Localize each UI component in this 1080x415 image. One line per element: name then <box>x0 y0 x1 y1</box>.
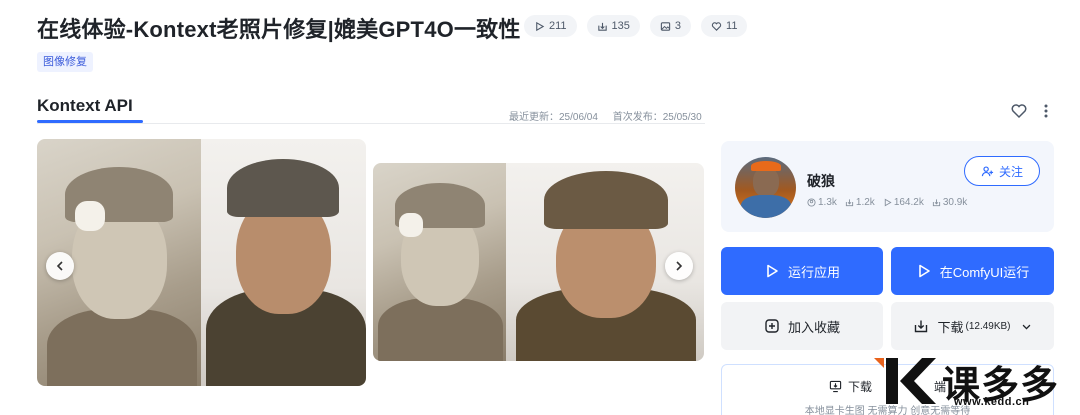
author-name[interactable]: 破狼 <box>807 171 835 191</box>
download-button[interactable]: 下载 (12.49KB) <box>891 302 1054 350</box>
restored-photo <box>201 139 366 386</box>
play-icon <box>767 264 778 278</box>
play-icon <box>884 198 892 207</box>
run-app-label: 运行应用 <box>787 264 840 280</box>
stat-likes-value: 11 <box>726 20 738 32</box>
chevron-down-icon <box>1022 324 1030 329</box>
download-client-label: 下载 <box>847 380 872 394</box>
favorite-heart-icon[interactable] <box>1010 102 1028 120</box>
watermark-logo-icon <box>874 358 936 404</box>
download-icon <box>932 199 940 207</box>
monitor-download-icon <box>829 380 842 393</box>
watermark: 课多多 www.kedd.cn <box>870 350 1075 412</box>
publish-dates: 最近更新：25/06/04 首次发布：25/05/30 <box>509 108 702 123</box>
stat-runs: 211 <box>524 15 577 37</box>
example-image-2[interactable] <box>373 163 704 361</box>
user-icon <box>807 198 816 207</box>
add-user-icon <box>981 165 994 176</box>
watermark-url: www.kedd.cn <box>954 396 1030 408</box>
download-size: (12.49KB) <box>965 320 1011 332</box>
stat-runs-value: 211 <box>549 20 567 32</box>
heart-icon <box>711 21 722 31</box>
author-stat-downloads: 30.9k <box>932 197 967 208</box>
author-stat-followers: 1.3k <box>807 197 837 208</box>
stat-downloads-value: 135 <box>611 20 630 32</box>
add-favorite-button[interactable]: 加入收藏 <box>721 302 883 350</box>
follow-label: 关注 <box>998 164 1023 179</box>
run-comfyui-label: 在ComfyUI运行 <box>939 264 1030 280</box>
avatar[interactable] <box>735 157 796 218</box>
run-icon <box>845 199 854 207</box>
download-label: 下载 <box>937 319 964 335</box>
carousel-prev-button[interactable] <box>46 252 74 280</box>
example-image-1[interactable] <box>37 139 366 386</box>
category-tag[interactable]: 图像修复 <box>37 52 93 72</box>
page-title: 在线体验-Kontext老照片修复|媲美GPT4O一致性 <box>37 17 521 42</box>
section-title: Kontext API <box>37 96 133 115</box>
download-icon <box>915 320 928 333</box>
run-comfyui-button[interactable]: 在ComfyUI运行 <box>891 247 1054 295</box>
play-icon <box>918 264 930 278</box>
author-stat-plays: 164.2k <box>883 197 924 208</box>
download-icon <box>597 22 607 31</box>
stat-images-value: 3 <box>674 20 682 32</box>
last-updated: 最近更新：25/06/04 <box>509 112 598 123</box>
first-published: 首次发布：25/05/30 <box>612 112 702 123</box>
old-photo <box>373 163 506 361</box>
image-icon <box>660 21 671 31</box>
follow-button[interactable]: 关注 <box>964 156 1040 186</box>
author-stat-runs: 1.2k <box>845 197 875 208</box>
add-favorite-label: 加入收藏 <box>787 319 840 335</box>
more-options-icon[interactable] <box>1040 102 1052 120</box>
stat-downloads: 135 <box>586 15 640 37</box>
chevron-right-icon <box>676 261 683 271</box>
stat-images: 3 <box>649 15 692 37</box>
author-card: 破狼 1.3k 1.2k 164.2k 30.9k 关注 <box>721 141 1054 232</box>
section-divider <box>37 123 705 124</box>
stats-bar: 211 135 3 11 <box>524 15 748 37</box>
section-title-underline <box>37 120 143 123</box>
stat-likes: 11 <box>701 15 748 37</box>
add-box-icon <box>765 319 779 333</box>
author-stats: 1.3k 1.2k 164.2k 30.9k <box>807 197 967 208</box>
carousel-next-button[interactable] <box>665 252 693 280</box>
run-app-button[interactable]: 运行应用 <box>721 247 883 295</box>
chevron-left-icon <box>56 261 63 271</box>
play-icon <box>536 21 545 31</box>
